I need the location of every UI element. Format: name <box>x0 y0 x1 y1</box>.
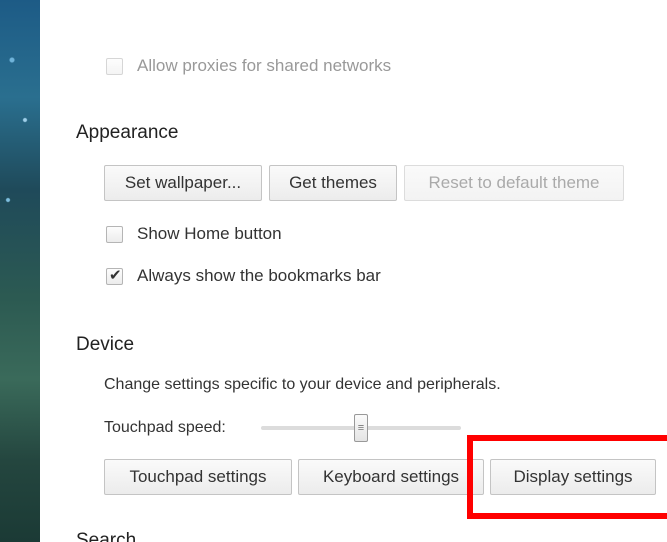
allow-proxies-checkbox[interactable] <box>106 57 123 75</box>
show-home-checkbox[interactable] <box>106 225 123 243</box>
show-home-row: Show Home button <box>106 224 282 244</box>
bookmarks-bar-label: Always show the bookmarks bar <box>137 266 381 285</box>
touchpad-speed-slider-thumb[interactable]: ≡ <box>354 414 368 442</box>
desktop-wallpaper-strip <box>0 0 40 542</box>
set-wallpaper-button[interactable]: Set wallpaper... <box>104 165 262 201</box>
search-heading: Search <box>76 530 137 542</box>
allow-proxies-row: Allow proxies for shared networks <box>106 56 391 76</box>
grip-icon: ≡ <box>357 422 365 434</box>
appearance-heading: Appearance <box>76 122 179 143</box>
bookmarks-bar-row: ✔ Always show the bookmarks bar <box>106 266 381 286</box>
device-description: Change settings specific to your device … <box>104 376 501 393</box>
highlight-annotation-box <box>467 435 667 519</box>
reset-theme-button[interactable]: Reset to default theme <box>404 165 624 201</box>
get-themes-button[interactable]: Get themes <box>269 165 397 201</box>
bookmarks-bar-checkbox[interactable]: ✔ <box>106 265 123 285</box>
checkmark-icon: ✔ <box>109 265 122 284</box>
show-home-label: Show Home button <box>137 224 282 243</box>
touchpad-settings-button[interactable]: Touchpad settings <box>104 459 292 495</box>
device-heading: Device <box>76 334 135 355</box>
touchpad-speed-label: Touchpad speed: <box>104 419 226 436</box>
allow-proxies-label: Allow proxies for shared networks <box>137 56 392 75</box>
keyboard-settings-button[interactable]: Keyboard settings <box>298 459 484 495</box>
